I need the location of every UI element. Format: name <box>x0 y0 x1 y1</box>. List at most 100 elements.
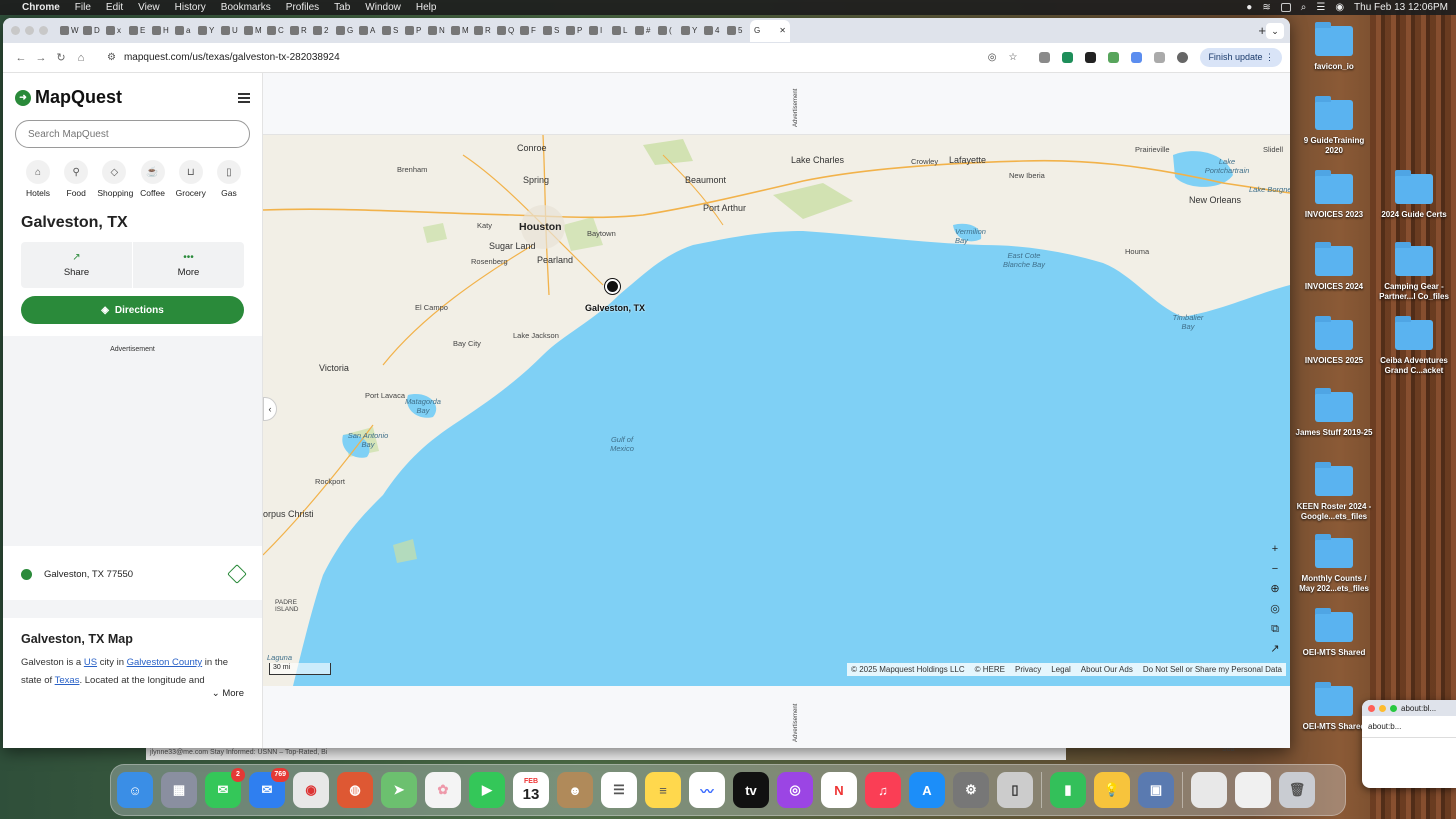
category-grocery[interactable]: ⊔ Grocery <box>174 160 208 198</box>
here-link[interactable]: © HERE <box>975 665 1005 674</box>
browser-tab[interactable]: 5 <box>727 22 748 40</box>
browser-tab[interactable]: x <box>106 22 127 40</box>
battery-icon[interactable] <box>1280 3 1291 12</box>
legal-link[interactable]: Legal <box>1051 665 1071 674</box>
browser-tab[interactable]: A <box>359 22 380 40</box>
county-link[interactable]: Galveston County <box>127 657 203 668</box>
mini-window-url[interactable]: about:b... <box>1362 716 1456 738</box>
category-gas[interactable]: ▯ Gas <box>212 160 246 198</box>
control-center-icon[interactable]: ☰ <box>1316 2 1325 13</box>
browser-tab[interactable]: F <box>520 22 541 40</box>
mapquest-logo[interactable]: ➜ MapQuest <box>15 87 122 108</box>
browser-tab[interactable]: D <box>83 22 104 40</box>
close-window-button[interactable] <box>11 26 20 35</box>
browser-tab[interactable]: G <box>336 22 357 40</box>
search-input[interactable] <box>28 128 237 140</box>
globe-icon[interactable]: ⊕ <box>1266 581 1284 597</box>
zoom-window-button[interactable] <box>1390 704 1397 712</box>
menu-profiles[interactable]: Profiles <box>286 2 319 13</box>
map-layers-icon[interactable]: ⧉ <box>1266 621 1284 637</box>
browser-tab[interactable]: Y <box>198 22 219 40</box>
eye-off-icon[interactable]: ◎ <box>988 52 997 63</box>
menu-tab[interactable]: Tab <box>334 2 350 13</box>
menu-bookmarks[interactable]: Bookmarks <box>221 2 271 13</box>
finish-update-button[interactable]: Finish update ⋮ <box>1200 48 1282 67</box>
desktop-item[interactable]: 2024 Guide Certs <box>1374 170 1454 220</box>
browser-tab[interactable]: R <box>290 22 311 40</box>
extension-icon[interactable] <box>1085 52 1097 63</box>
desktop-item[interactable]: 9 GuideTraining 2020 <box>1294 96 1374 156</box>
about-ads-link[interactable]: About Our Ads <box>1081 665 1133 674</box>
desktop-item[interactable]: James Stuff 2019-25 <box>1294 388 1374 438</box>
privacy-link[interactable]: Privacy <box>1015 665 1041 674</box>
hamburger-menu-icon[interactable] <box>238 92 250 103</box>
menu-clock[interactable]: Thu Feb 13 12:06PM <box>1354 2 1448 13</box>
browser-tab[interactable]: C <box>267 22 288 40</box>
preview-icon[interactable]: ▣ <box>1138 772 1174 808</box>
numbers-icon[interactable]: ▮ <box>1050 772 1086 808</box>
browser-tab[interactable]: 4 <box>704 22 725 40</box>
address-bar[interactable]: ⚙ mapquest.com/us/texas/galveston-tx-282… <box>97 47 1027 69</box>
browser-tab[interactable]: M <box>244 22 265 40</box>
notes-icon[interactable]: ≡ <box>645 772 681 808</box>
browser-tab[interactable]: W <box>60 22 81 40</box>
reload-button[interactable]: ↻ <box>51 51 71 64</box>
browser-tab[interactable]: L <box>612 22 633 40</box>
avatar[interactable] <box>1177 52 1189 63</box>
freeform-icon[interactable]: 〰 <box>689 772 725 808</box>
browser-tab[interactable]: Q <box>497 22 518 40</box>
wifi-icon[interactable]: ≋ <box>1262 2 1270 13</box>
browser-tab[interactable]: a <box>175 22 196 40</box>
desktop-item[interactable]: Monthly Counts / May 202...ets_files <box>1294 534 1374 594</box>
share-map-icon[interactable]: ↗ <box>1266 641 1284 657</box>
maps-icon[interactable]: ➤ <box>381 772 417 808</box>
browser-tab[interactable]: N <box>428 22 449 40</box>
desktop-item[interactable]: Ceiba Adventures Grand C...acket <box>1374 316 1454 376</box>
extension-icon[interactable] <box>1131 52 1143 63</box>
desktop-item[interactable]: OEI-MTS Shared <box>1294 608 1374 658</box>
menu-help[interactable]: Help <box>416 2 437 13</box>
messages-icon[interactable]: ✉ 2 <box>205 768 245 808</box>
location-marker-icon[interactable] <box>605 279 620 294</box>
browser-tab[interactable]: S <box>543 22 564 40</box>
minimize-window-button[interactable] <box>1379 704 1386 712</box>
browser-tab[interactable]: H <box>152 22 173 40</box>
zoom-window-button[interactable] <box>39 26 48 35</box>
puzzle-icon[interactable] <box>1154 52 1166 63</box>
forward-button[interactable]: → <box>31 52 51 64</box>
browser-tab[interactable]: E <box>129 22 150 40</box>
desktop-item[interactable]: INVOICES 2024 <box>1294 242 1374 292</box>
siri-icon[interactable]: ◉ <box>1335 2 1344 13</box>
menu-file[interactable]: File <box>75 2 91 13</box>
browser-tab[interactable]: Y <box>681 22 702 40</box>
directions-button[interactable]: ◈ Directions <box>21 296 244 324</box>
system-settings-icon[interactable]: ⚙ <box>953 772 989 808</box>
desktop-item[interactable]: Camping Gear - Partner...l Co_files <box>1374 242 1454 302</box>
directions-arrow-icon[interactable] <box>227 564 247 584</box>
music-icon[interactable]: ♫ <box>865 772 901 808</box>
record-icon[interactable]: ● <box>1246 2 1252 13</box>
mail-icon[interactable]: ✉ 769 <box>249 768 289 808</box>
chrome-icon[interactable]: ◉ <box>293 772 329 808</box>
recent-window-thumbnail[interactable] <box>1191 772 1227 808</box>
menu-window[interactable]: Window <box>365 2 401 13</box>
browser-tab[interactable]: P <box>405 22 426 40</box>
search-box[interactable] <box>15 120 250 148</box>
do-not-sell-link[interactable]: Do Not Sell or Share my Personal Data <box>1143 665 1282 674</box>
category-coffee[interactable]: ☕ Coffee <box>136 160 170 198</box>
about-blank-window[interactable]: about:bl... about:b... <box>1362 700 1456 788</box>
finder-icon[interactable]: ☺ <box>117 772 153 808</box>
iphone-mirroring-icon[interactable]: ▯ <box>997 772 1033 808</box>
extension-icon[interactable] <box>1039 52 1051 63</box>
browser-tab[interactable]: # <box>635 22 656 40</box>
app-store-icon[interactable]: A <box>909 772 945 808</box>
locate-me-icon[interactable]: ◎ <box>1266 601 1284 617</box>
calendar-icon[interactable]: FEB 13 <box>513 772 549 808</box>
browser-tab[interactable]: R <box>474 22 495 40</box>
desktop-item[interactable]: INVOICES 2023 <box>1294 170 1374 220</box>
zoom-in-button[interactable]: + <box>1266 541 1284 557</box>
browser-tab[interactable]: I <box>589 22 610 40</box>
desktop-item[interactable]: INVOICES 2025 <box>1294 316 1374 366</box>
apple-tv-icon[interactable]: tv <box>733 772 769 808</box>
active-browser-tab[interactable]: G ✕ <box>750 19 790 42</box>
